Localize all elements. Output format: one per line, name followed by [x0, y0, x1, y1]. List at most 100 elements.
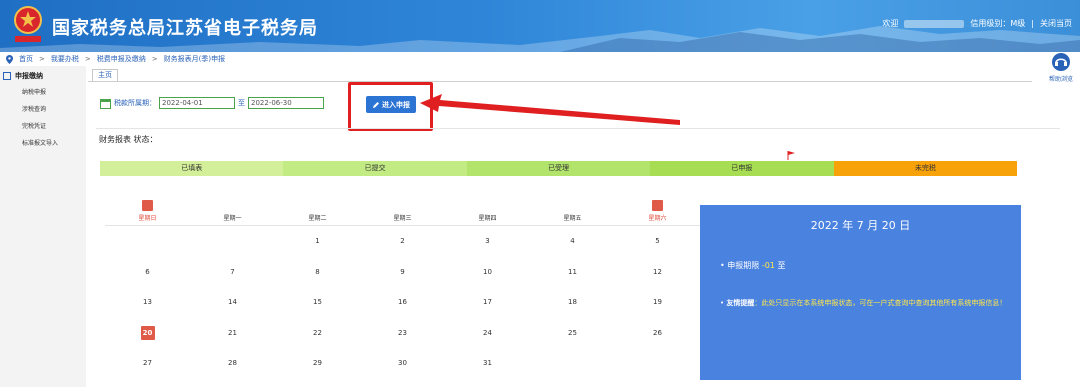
- calendar-day-number: 27: [143, 359, 152, 367]
- calendar-day-number: 14: [228, 298, 237, 306]
- calendar-day[interactable]: 6: [105, 257, 190, 288]
- calendar-day-today[interactable]: 20: [105, 318, 190, 349]
- calendar-day[interactable]: 26: [615, 318, 700, 349]
- period-end-input[interactable]: [248, 97, 324, 109]
- breadcrumb-declare[interactable]: 税费申报及缴纳: [97, 54, 146, 64]
- calendar-empty-cell: [530, 348, 615, 379]
- calendar-days: 1 2 3 4 5 6 7 8 9 10 11 12 13 14 15 16 17 18 19 20 21 22 23 24 2…: [105, 226, 700, 379]
- tab-divider: [88, 81, 1032, 82]
- info-panel: 2022 年 7 月 20 日 • 申报期限 -01 至 • 友情提醒：此处只显…: [700, 205, 1021, 380]
- calendar-day[interactable]: 29: [275, 348, 360, 379]
- period-start-input[interactable]: [159, 97, 235, 109]
- sidebar-item-certificate[interactable]: 完税凭证: [0, 117, 86, 134]
- calendar-day[interactable]: 5: [615, 226, 700, 257]
- breadcrumb-home[interactable]: 首页: [19, 54, 33, 64]
- deadline-label: 申报期限: [727, 261, 760, 270]
- sidebar-group-declare[interactable]: 申报缴纳: [0, 66, 86, 83]
- calendar-day-number: 12: [653, 267, 662, 276]
- header-user-area: 欢迎 信用级别：M级 | 关闭当页: [882, 18, 1072, 29]
- calendar-day[interactable]: 13: [105, 287, 190, 318]
- calendar-day[interactable]: 15: [275, 287, 360, 318]
- calendar-day-number: 17: [483, 298, 492, 306]
- status-step-accepted: 已受理: [466, 161, 651, 176]
- calendar-day-number: 18: [568, 298, 577, 306]
- calendar-day-number: 2: [400, 237, 405, 245]
- calendar-day-number: 23: [398, 328, 407, 337]
- tip-label: 友情提醒: [726, 299, 755, 307]
- calendar-day[interactable]: 1: [275, 226, 360, 257]
- status-step-submitted: 已提交: [283, 161, 467, 176]
- deadline-value: -01: [761, 261, 775, 270]
- calendar-day[interactable]: 28: [190, 348, 275, 379]
- deadline-to: 至: [777, 261, 786, 270]
- period-label: 税款所属期：: [114, 99, 156, 107]
- calendar-day-number: 29: [313, 359, 322, 367]
- weekday-fri: 星期五: [563, 215, 582, 222]
- calendar-day[interactable]: 24: [445, 318, 530, 349]
- credit-level: 信用级别：M级: [970, 19, 1026, 28]
- breadcrumb-tax[interactable]: 我要办税: [51, 54, 79, 64]
- tab-home[interactable]: 主页: [92, 69, 118, 81]
- sidebar-item-tax-declare[interactable]: 纳税申报: [0, 83, 86, 100]
- calendar-day-number: 5: [655, 237, 660, 245]
- calendar-day[interactable]: 9: [360, 257, 445, 288]
- status-step-filled: 已填表: [100, 161, 284, 176]
- sidebar-group-label: 申报缴纳: [15, 72, 43, 80]
- calendar-day-number: 7: [230, 267, 235, 276]
- breadcrumb: 首页 > 我要办税 > 税费申报及缴纳 > 财务报表月(季)申报: [0, 52, 1080, 66]
- calendar-day-number: 24: [483, 328, 492, 337]
- calendar-day[interactable]: 30: [360, 348, 445, 379]
- calendar-day[interactable]: 22: [275, 318, 360, 349]
- calendar-day[interactable]: 19: [615, 287, 700, 318]
- tax-emblem-icon: [14, 6, 42, 42]
- section-divider: [96, 128, 1060, 129]
- calendar-day[interactable]: 27: [105, 348, 190, 379]
- calendar-day[interactable]: 11: [530, 257, 615, 288]
- calendar-day-number: 6: [145, 267, 150, 276]
- calendar-day[interactable]: 7: [190, 257, 275, 288]
- calendar-day-number: 9: [400, 267, 405, 276]
- calendar-empty-cell: [190, 226, 275, 257]
- weekday-sat: 星期六: [615, 198, 700, 225]
- flag-icon: [787, 151, 795, 160]
- weekday-wed: 星期三: [393, 215, 412, 222]
- calendar-day-number: 21: [228, 328, 237, 337]
- calendar-day-number: 28: [228, 359, 237, 367]
- calendar-day[interactable]: 23: [360, 318, 445, 349]
- calendar-day-number: 16: [398, 298, 407, 306]
- calendar-day[interactable]: 12: [615, 257, 700, 288]
- period-to-label: 至: [238, 99, 245, 107]
- calendar-day[interactable]: 8: [275, 257, 360, 288]
- declaration-calendar: 星期日 星期一 星期二 星期三 星期四 星期五 星期六 1 2 3 4 5 6 7 8 9 10 1…: [105, 198, 700, 378]
- calendar-day[interactable]: 31: [445, 348, 530, 379]
- menu-group-icon: [3, 72, 11, 80]
- status-step-declared: 已申报: [650, 161, 834, 176]
- calendar-day-number: 26: [653, 328, 662, 337]
- calendar-day[interactable]: 4: [530, 226, 615, 257]
- breadcrumb-current[interactable]: 财务报表月(季)申报: [164, 54, 225, 64]
- calendar-day[interactable]: 18: [530, 287, 615, 318]
- sidebar-item-query[interactable]: 涉税查询: [0, 100, 86, 117]
- close-page-link[interactable]: 关闭当页: [1040, 18, 1072, 29]
- current-date: 2022 年 7 月 20 日: [810, 219, 911, 232]
- calendar-day[interactable]: 14: [190, 287, 275, 318]
- calendar-day[interactable]: 2: [360, 226, 445, 257]
- calendar-day[interactable]: 17: [445, 287, 530, 318]
- calendar-icon: [100, 98, 111, 109]
- calendar-day[interactable]: 3: [445, 226, 530, 257]
- calendar-empty-cell: [615, 348, 700, 379]
- status-bar: 已填表 已提交 已受理 已申报 未完税: [100, 161, 1018, 176]
- calendar-empty-cell: [105, 226, 190, 257]
- calendar-day[interactable]: 25: [530, 318, 615, 349]
- calendar-day[interactable]: 16: [360, 287, 445, 318]
- welcome-text: 欢迎: [882, 19, 899, 28]
- username-redacted: [904, 19, 965, 28]
- help-button[interactable]: 帮助浏览: [1044, 52, 1078, 84]
- status-label: 财务报表 状态：: [99, 135, 158, 144]
- annotation-arrow-icon: [420, 94, 680, 125]
- calendar-day[interactable]: 10: [445, 257, 530, 288]
- sidebar-item-import[interactable]: 标准报文导入: [0, 134, 86, 151]
- weekday-tue: 星期二: [308, 215, 327, 222]
- calendar-day-number: 4: [570, 237, 575, 245]
- calendar-day[interactable]: 21: [190, 318, 275, 349]
